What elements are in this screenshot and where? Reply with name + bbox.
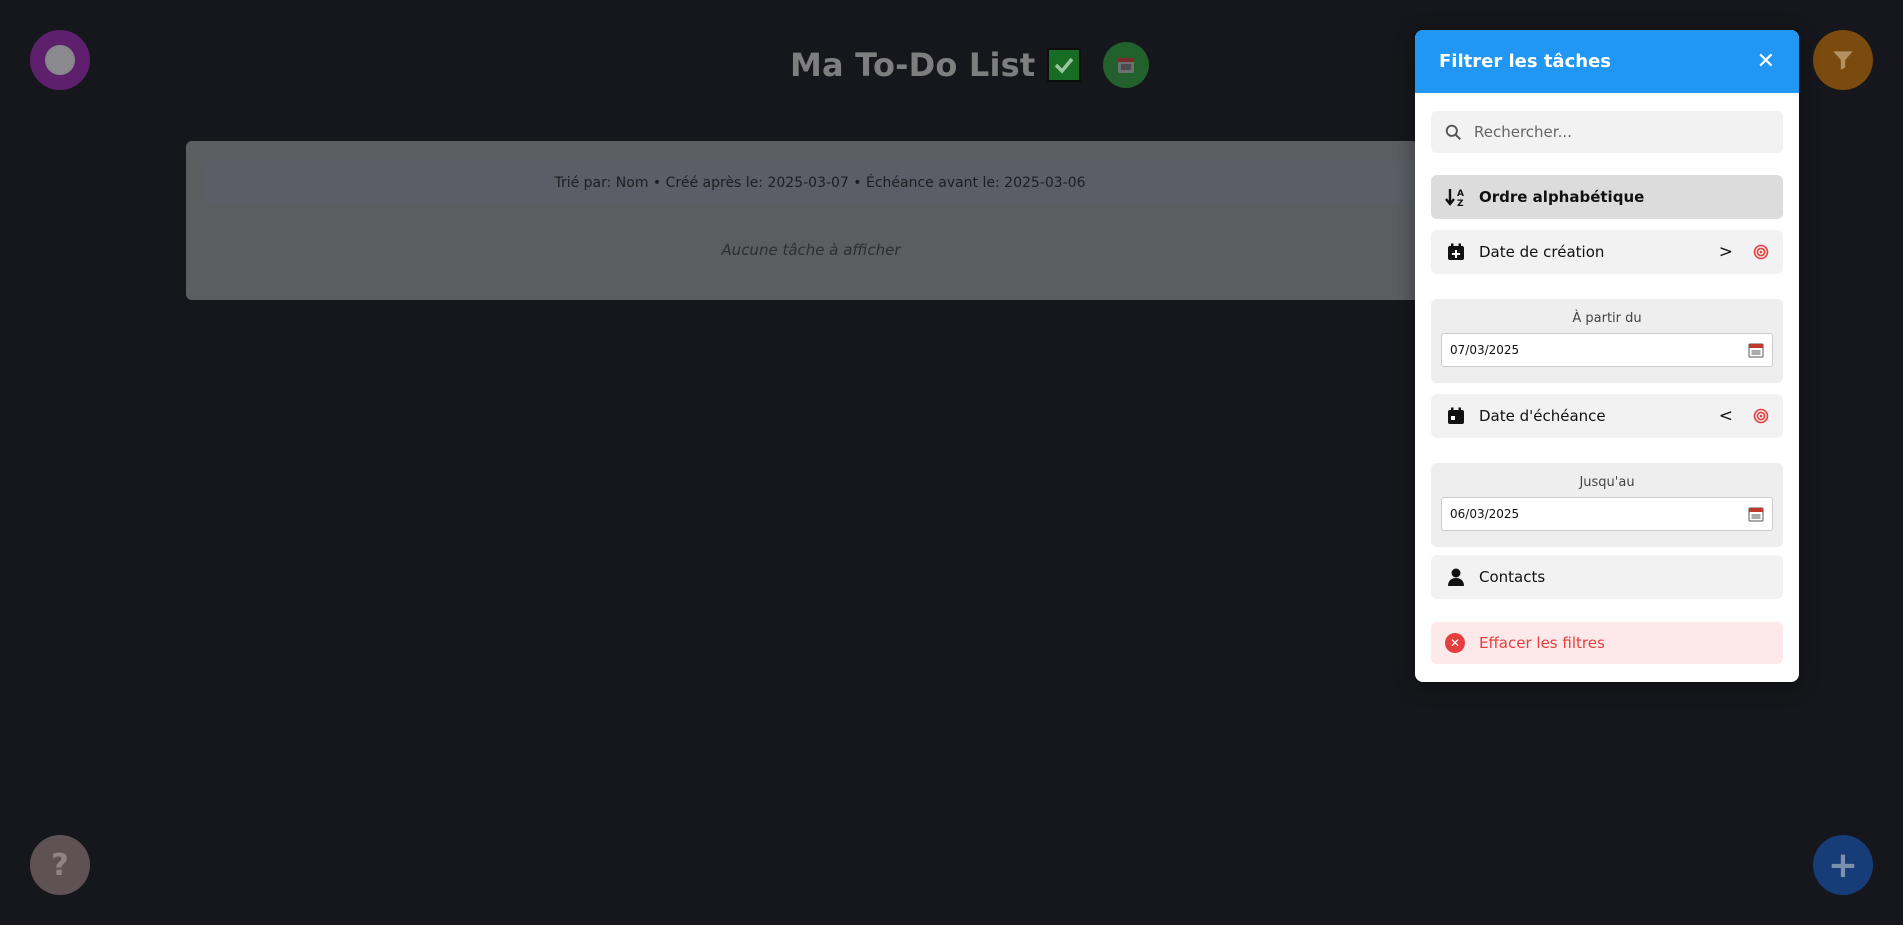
help-button[interactable]: ?: [30, 835, 90, 895]
clear-filters-label: Effacer les filtres: [1479, 634, 1605, 652]
clear-filters-button[interactable]: ✕ Effacer les filtres: [1431, 622, 1783, 664]
close-icon[interactable]: ✕: [1757, 50, 1775, 73]
filter-summary: Trié par: Nom • Créé après le: 2025-03-0…: [204, 161, 1436, 205]
creation-date-caption: À partir du: [1572, 311, 1642, 326]
target-icon[interactable]: [1753, 408, 1769, 424]
calendar-icon: [1445, 405, 1467, 427]
sort-alpha-icon: A Z: [1445, 186, 1467, 208]
person-icon: [1445, 566, 1467, 588]
add-task-button[interactable]: +: [1813, 835, 1873, 895]
target-icon[interactable]: [1753, 244, 1769, 260]
header: Ma To-Do List: [790, 40, 1150, 90]
calendar-picker-icon[interactable]: [1748, 506, 1764, 522]
svg-text:A: A: [1457, 189, 1464, 199]
drawer-header: Filtrer les tâches ✕: [1415, 30, 1799, 93]
search-field: [1431, 111, 1783, 153]
drawer-title: Filtrer les tâches: [1439, 51, 1611, 72]
due-date-value: 06/03/2025: [1450, 507, 1520, 521]
page-title: Ma To-Do List: [790, 46, 1036, 84]
creation-operator[interactable]: >: [1719, 242, 1733, 262]
empty-message: Aucune tâche à afficher: [721, 241, 901, 259]
due-date-label: Date d'échéance: [1479, 407, 1606, 425]
contacts-option[interactable]: Contacts: [1431, 555, 1783, 599]
sort-alphabetical-label: Ordre alphabétique: [1479, 188, 1645, 206]
contacts-label: Contacts: [1479, 568, 1546, 586]
creation-date-range: À partir du 07/03/2025: [1431, 299, 1783, 383]
due-date-caption: Jusqu'au: [1579, 475, 1635, 490]
checkmark-icon: [1047, 48, 1082, 82]
plus-icon: +: [1827, 844, 1859, 886]
creation-date-option[interactable]: Date de création >: [1431, 230, 1783, 274]
svg-text:Z: Z: [1457, 199, 1464, 208]
calendar-picker-icon[interactable]: [1748, 342, 1764, 358]
creation-date-label: Date de création: [1479, 243, 1605, 261]
task-panel: Trié par: Nom • Créé après le: 2025-03-0…: [186, 141, 1436, 300]
funnel-icon: [1833, 51, 1853, 70]
sort-alphabetical-option[interactable]: A Z Ordre alphabétique: [1431, 175, 1783, 219]
clear-icon: ✕: [1445, 633, 1465, 653]
search-input[interactable]: [1472, 122, 1776, 142]
due-operator[interactable]: <: [1719, 406, 1733, 426]
filter-drawer: Filtrer les tâches ✕ A Z Ordre alphabéti…: [1415, 30, 1799, 682]
calendar-icon: [1118, 58, 1135, 73]
creation-date-field[interactable]: 07/03/2025: [1441, 333, 1773, 367]
search-icon: [1445, 124, 1462, 140]
calendar-view-button[interactable]: [1103, 42, 1150, 88]
filter-button[interactable]: [1813, 30, 1873, 90]
due-date-field[interactable]: 06/03/2025: [1441, 497, 1773, 531]
calendar-plus-icon: [1445, 241, 1467, 263]
due-date-option[interactable]: Date d'échéance <: [1431, 394, 1783, 438]
due-date-range: Jusqu'au 06/03/2025: [1431, 463, 1783, 547]
help-icon: ?: [51, 847, 69, 883]
avatar: [45, 45, 75, 75]
creation-date-value: 07/03/2025: [1450, 343, 1520, 357]
profile-button[interactable]: [30, 30, 90, 90]
